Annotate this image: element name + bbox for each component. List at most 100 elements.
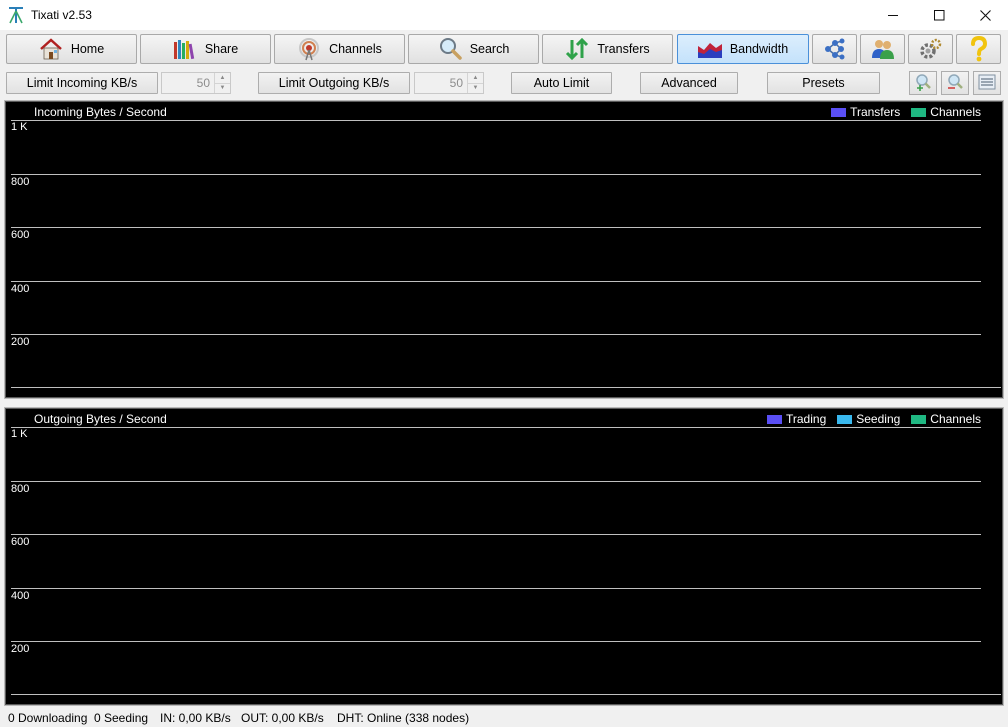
limit-outgoing-stepper[interactable]: 50 ▲ ▼ (414, 72, 484, 94)
close-button[interactable] (962, 0, 1008, 30)
limit-incoming-value[interactable]: 50 (162, 76, 214, 90)
legend-label: Seeding (856, 412, 901, 426)
gridline (11, 334, 981, 335)
gridline (11, 427, 981, 428)
status-downloading: 0 Downloading (8, 711, 88, 725)
gridline (11, 588, 981, 589)
home-icon (39, 37, 63, 61)
limit-incoming-stepper[interactable]: 50 ▲ ▼ (161, 72, 231, 94)
transfers-button[interactable]: Transfers (542, 34, 673, 64)
baseline (11, 694, 1001, 695)
channels-label: Channels (329, 42, 382, 56)
legend-label: Trading (786, 412, 827, 426)
bandwidth-label: Bandwidth (729, 42, 789, 56)
limit-outgoing-value[interactable]: 50 (415, 76, 467, 90)
title-bar: Tixati v2.53 (0, 0, 1008, 30)
legend-label: Channels (930, 105, 981, 119)
y-tick-label: 1 K (11, 428, 28, 440)
legend-item-trading: Trading (767, 412, 826, 426)
search-button[interactable]: Search (408, 34, 539, 64)
bandwidth-controls: Limit Incoming KB/s 50 ▲ ▼ Limit Outgoin… (0, 70, 1008, 96)
network-button[interactable] (812, 34, 857, 64)
legend-swatch (911, 107, 927, 117)
y-tick-label: 400 (11, 590, 30, 602)
network-icon (823, 37, 847, 61)
bandwidth-button[interactable]: Bandwidth (677, 34, 809, 64)
advanced-button[interactable]: Advanced (640, 72, 738, 94)
share-label: Share (204, 42, 239, 56)
legend-swatch (837, 414, 853, 424)
zoom-out-button[interactable] (941, 71, 969, 95)
channels-button[interactable]: Channels (274, 34, 405, 64)
transfer-arrows-icon (565, 37, 589, 61)
bandwidth-graph-icon (697, 37, 722, 61)
legend-swatch (911, 414, 927, 424)
legend-item-seeding: Seeding (837, 412, 900, 426)
zoom-in-icon (914, 73, 932, 94)
users-button[interactable] (860, 34, 905, 64)
minimize-button[interactable] (870, 0, 916, 30)
limit-outgoing-button[interactable]: Limit Outgoing KB/s (258, 72, 410, 94)
legend-item-channels: Channels (911, 412, 981, 426)
gridline (11, 120, 981, 121)
legend-item-transfers: Transfers (831, 105, 900, 119)
status-out-rate: OUT: 0,00 KB/s (241, 711, 324, 725)
settings-button[interactable] (908, 34, 953, 64)
status-in-rate: IN: 0,00 KB/s (160, 711, 231, 725)
zoom-in-button[interactable] (909, 71, 937, 95)
legend-swatch (767, 414, 782, 424)
gridline (11, 281, 981, 282)
chevron-down-icon[interactable]: ▼ (468, 82, 483, 94)
users-icon (871, 37, 895, 61)
status-seeding: 0 Seeding (94, 711, 149, 725)
chevron-up-icon[interactable]: ▲ (468, 73, 483, 83)
main-toolbar: Home Share Channels Search Transfers Ban… (0, 32, 1008, 66)
chevron-down-icon[interactable]: ▼ (215, 82, 230, 94)
limit-incoming-button[interactable]: Limit Incoming KB/s (6, 72, 158, 94)
list-icon (978, 74, 996, 93)
gridline (11, 227, 981, 228)
settings-icon (919, 37, 943, 61)
search-icon (438, 37, 462, 61)
auto-limit-button[interactable]: Auto Limit (511, 72, 612, 94)
chevron-up-icon[interactable]: ▲ (215, 73, 230, 83)
incoming-graph-title: Incoming Bytes / Second (34, 105, 167, 119)
transfers-label: Transfers (597, 42, 650, 56)
status-bar: 0 Downloading 0 Seeding IN: 0,00 KB/s OU… (0, 708, 1008, 727)
gridline (11, 174, 981, 175)
outgoing-graph-title: Outgoing Bytes / Second (34, 412, 167, 426)
legend-item-channels: Channels (911, 105, 981, 119)
baseline (11, 387, 1001, 388)
presets-button[interactable]: Presets (767, 72, 880, 94)
y-tick-label: 800 (11, 483, 30, 495)
gridline (11, 481, 981, 482)
gridline (11, 534, 981, 535)
outgoing-legend: Trading Seeding Channels (756, 412, 981, 426)
home-label: Home (70, 42, 105, 56)
help-icon (967, 36, 991, 62)
y-tick-label: 600 (11, 229, 30, 241)
incoming-legend: Transfers Channels (820, 105, 981, 119)
y-tick-label: 600 (11, 536, 30, 548)
y-tick-label: 1 K (11, 121, 28, 133)
share-button[interactable]: Share (140, 34, 271, 64)
list-view-button[interactable] (973, 71, 1001, 95)
y-tick-label: 400 (11, 283, 30, 295)
home-button[interactable]: Home (6, 34, 137, 64)
legend-label: Transfers (850, 105, 901, 119)
outgoing-graph-panel: Outgoing Bytes / Second Trading Seeding … (4, 407, 1004, 706)
legend-label: Channels (930, 412, 981, 426)
search-label: Search (469, 42, 510, 56)
books-icon (173, 37, 197, 61)
y-tick-label: 200 (11, 336, 30, 348)
y-tick-label: 800 (11, 176, 30, 188)
help-button[interactable] (956, 34, 1001, 64)
legend-swatch (831, 107, 847, 117)
zoom-out-icon (946, 73, 964, 94)
maximize-button[interactable] (916, 0, 962, 30)
y-tick-label: 200 (11, 643, 30, 655)
window-title: Tixati v2.53 (31, 8, 92, 22)
tixati-logo-icon (8, 6, 24, 24)
status-dht: DHT: Online (338 nodes) (337, 711, 470, 725)
incoming-graph-panel: Incoming Bytes / Second Transfers Channe… (4, 100, 1004, 399)
